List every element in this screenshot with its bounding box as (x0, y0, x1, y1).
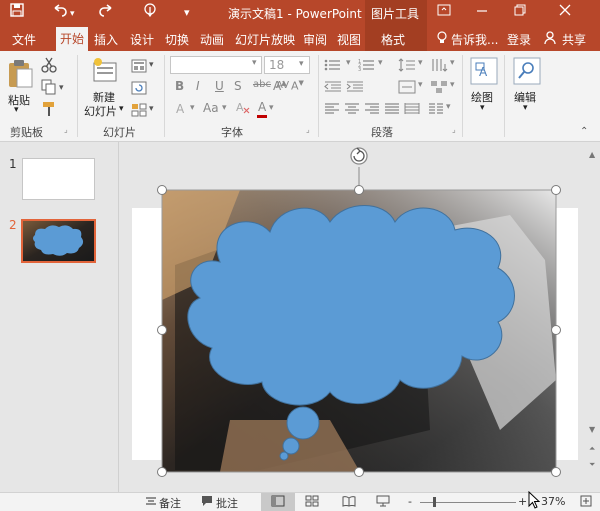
notes-icon[interactable] (145, 495, 157, 510)
comments-button[interactable]: 批注 (216, 495, 238, 511)
fit-to-window-icon[interactable] (580, 495, 592, 510)
mouse-cursor-icon (528, 491, 540, 509)
reading-view-icon[interactable] (342, 495, 356, 510)
slide-content (157, 147, 561, 477)
vertical-scrollbar[interactable]: ▲ ▼ ⏶ ⏷ (586, 142, 600, 492)
slide-sorter-icon[interactable] (305, 495, 319, 510)
notes-button[interactable]: 备注 (159, 495, 181, 511)
zoom-level[interactable]: 37% (541, 495, 565, 508)
normal-view-icon[interactable] (271, 495, 285, 510)
rotate-handle-icon[interactable] (350, 147, 368, 165)
previous-slide-icon[interactable]: ⏶ (589, 444, 595, 454)
slideshow-icon[interactable] (376, 495, 390, 510)
zoom-in-button[interactable]: + (518, 495, 527, 508)
zoom-slider-thumb[interactable] (433, 497, 436, 507)
scroll-up-icon[interactable]: ▲ (589, 150, 595, 159)
zoom-out-button[interactable]: - (408, 495, 412, 508)
comments-icon[interactable] (201, 495, 213, 510)
status-bar: 备注 批注 - + 37% (0, 492, 600, 511)
next-slide-icon[interactable]: ⏷ (589, 460, 595, 470)
scroll-down-icon[interactable]: ▼ (589, 425, 595, 434)
